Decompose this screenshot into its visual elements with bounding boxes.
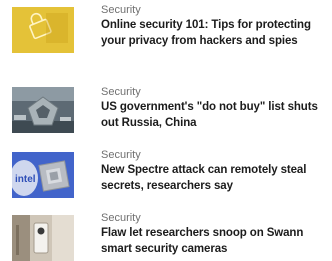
story-category[interactable]: Security xyxy=(101,4,332,16)
story-headline-link[interactable]: Flaw let researchers snoop on Swann smar… xyxy=(101,226,332,257)
story-category[interactable]: Security xyxy=(101,149,332,161)
story-headline-link[interactable]: Online security 101: Tips for protecting… xyxy=(101,18,332,49)
story-thumbnail-1[interactable] xyxy=(12,7,74,53)
intel-processor-chip-image: intel xyxy=(12,152,74,198)
smart-security-camera-image xyxy=(12,215,74,261)
yellow-security-lock-image xyxy=(12,7,74,53)
news-item-swann-cameras[interactable]: Security Flaw let researchers snoop on S… xyxy=(0,208,332,261)
story-category[interactable]: Security xyxy=(101,212,332,224)
story-thumbnail-4[interactable] xyxy=(12,215,74,261)
svg-text:intel: intel xyxy=(15,174,36,185)
story-category[interactable]: Security xyxy=(101,86,332,98)
story-thumbnail-2[interactable] xyxy=(12,87,74,133)
news-item-online-security[interactable]: Security Online security 101: Tips for p… xyxy=(0,0,332,70)
security-news-list: { "stories": [ { "thumbnail": "yellow-se… xyxy=(0,0,332,261)
story-headline-link[interactable]: New Spectre attack can remotely steal se… xyxy=(101,163,332,194)
pentagon-aerial-image xyxy=(12,87,74,133)
news-item-do-not-buy-list[interactable]: Security US government's "do not buy" li… xyxy=(0,82,332,138)
news-item-spectre-attack[interactable]: intel Security New Spectre attack can re… xyxy=(0,145,332,201)
story-thumbnail-3[interactable]: intel xyxy=(12,152,74,198)
story-headline-link[interactable]: US government's "do not buy" list shuts … xyxy=(101,100,332,131)
